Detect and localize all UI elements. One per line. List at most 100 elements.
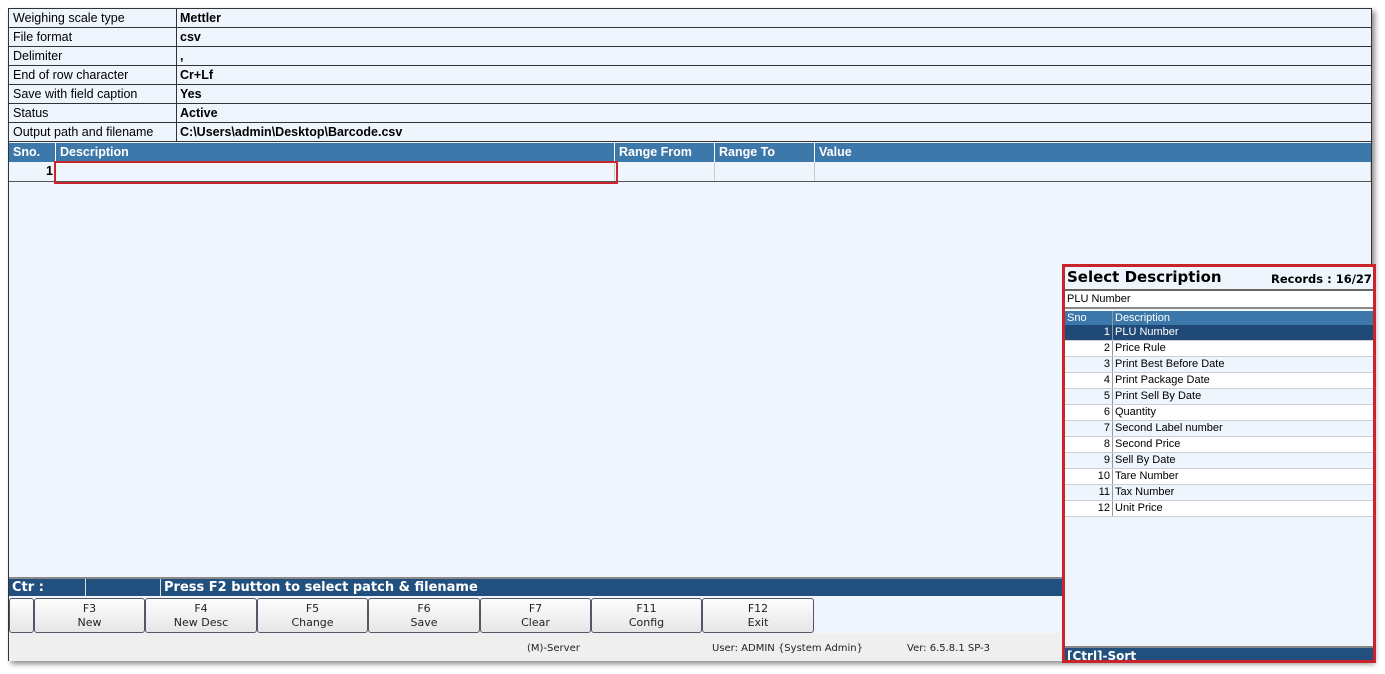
row-range-to[interactable] — [715, 162, 815, 181]
select-description-popup: Select Description Records : 16/27 PLU N… — [1062, 264, 1376, 663]
item-description: Unit Price — [1115, 502, 1163, 514]
list-item[interactable]: 8 Second Price — [1065, 437, 1373, 453]
item-description: Tax Number — [1115, 486, 1175, 498]
item-sno: 12 — [1065, 501, 1113, 516]
button-label: Config — [628, 616, 665, 629]
list-item[interactable]: 4 Print Package Date — [1065, 373, 1373, 389]
col-range-from[interactable]: Range From — [615, 143, 715, 162]
button-config[interactable]: F11 Config — [591, 598, 702, 633]
property-label: Status — [9, 104, 177, 122]
blank-button — [9, 598, 34, 633]
property-value[interactable]: Mettler — [177, 9, 221, 27]
property-row[interactable]: Delimiter, — [9, 47, 1371, 66]
version-info: Ver: 6.5.8.1 SP-3 — [907, 643, 990, 654]
counter-label: Ctr : SERV — [9, 579, 86, 612]
item-sno: 1 — [1065, 325, 1113, 340]
button-label: Save — [410, 616, 438, 629]
col-value[interactable]: Value — [815, 143, 1371, 162]
button-label: Exit — [747, 616, 769, 629]
property-label: Output path and filename — [9, 123, 177, 141]
list-item[interactable]: 7 Second Label number — [1065, 421, 1373, 437]
list-item[interactable]: 3 Print Best Before Date — [1065, 357, 1373, 373]
property-value[interactable]: C:\Users\admin\Desktop\Barcode.csv — [177, 123, 402, 141]
button-label: Clear — [521, 616, 550, 629]
col-range-to[interactable]: Range To — [715, 143, 815, 162]
key-label: F3 — [82, 602, 97, 615]
col-description[interactable]: Description — [1113, 311, 1170, 325]
key-label: F7 — [528, 602, 543, 615]
property-row[interactable]: Status Active — [9, 104, 1371, 123]
item-sno: 8 — [1065, 437, 1113, 452]
active-cell-highlight — [54, 161, 618, 184]
list-item[interactable]: 5 Print Sell By Date — [1065, 389, 1373, 405]
property-row[interactable]: Output path and filename C:\Users\admin\D… — [9, 123, 1371, 142]
server-mode: (M)-Server — [527, 643, 580, 654]
button-exit[interactable]: F12 Exit — [702, 598, 814, 633]
sort-hint: [Ctrl]-Sort — [1065, 646, 1373, 660]
item-description: Print Package Date — [1115, 374, 1210, 386]
item-description: Print Sell By Date — [1115, 390, 1202, 402]
function-key-bar: F3 New F4 New Desc F5 Change F6 Save F7 Clear F11 C… — [9, 598, 814, 633]
property-value[interactable]: Active — [177, 104, 218, 122]
button-new[interactable]: F3 New — [34, 598, 145, 633]
search-input[interactable]: PLU Number — [1065, 289, 1373, 309]
item-description: Price Rule — [1115, 342, 1166, 354]
item-sno: 4 — [1065, 373, 1113, 388]
button-clear[interactable]: F7 Clear — [480, 598, 591, 633]
item-sno: 11 — [1065, 485, 1113, 500]
col-sno[interactable]: Sno — [1065, 311, 1113, 325]
property-value[interactable]: Yes — [177, 85, 202, 103]
property-label: Save with field caption — [9, 85, 177, 103]
col-sno[interactable]: Sno. — [9, 143, 56, 162]
list-header: Sno Description — [1065, 311, 1373, 325]
item-description: Print Best Before Date — [1115, 358, 1225, 370]
item-description: Quantity — [1115, 406, 1156, 418]
grid-header: Sno. Description Range From Range To Val… — [9, 143, 1371, 162]
property-label: Delimiter — [9, 47, 177, 65]
property-value[interactable]: Cr+Lf — [177, 66, 213, 84]
property-row[interactable]: Weighing scale type Mettler — [9, 9, 1371, 28]
list-item[interactable]: 11 Tax Number — [1065, 485, 1373, 501]
item-sno: 5 — [1065, 389, 1113, 404]
button-label: New Desc — [173, 616, 229, 629]
key-label: F5 — [305, 602, 320, 615]
list-item[interactable]: 1 PLU Number — [1065, 325, 1373, 341]
row-sno: 1 — [9, 162, 56, 181]
records-count: Records : 16/27 — [1271, 272, 1372, 286]
button-change[interactable]: F5 Change — [257, 598, 368, 633]
item-sno: 6 — [1065, 405, 1113, 420]
list-item[interactable]: 10 Tare Number — [1065, 469, 1373, 485]
item-sno: 2 — [1065, 341, 1113, 356]
col-description[interactable]: Description — [56, 143, 615, 162]
user-info: User: ADMIN {System Admin} — [712, 643, 864, 654]
property-row[interactable]: End of row character Cr+Lf — [9, 66, 1371, 85]
item-description: Second Price — [1115, 438, 1181, 450]
item-sno: 3 — [1065, 357, 1113, 372]
list-item[interactable]: 12 Unit Price — [1065, 501, 1373, 517]
key-label: F12 — [747, 602, 769, 615]
item-description: Second Label number — [1115, 422, 1223, 434]
property-row[interactable]: File format csv — [9, 28, 1371, 47]
property-row[interactable]: Save with field caption Yes — [9, 85, 1371, 104]
item-description: Tare Number — [1115, 470, 1179, 482]
property-value[interactable]: csv — [177, 28, 201, 46]
status-spacer — [86, 579, 161, 596]
button-new-desc[interactable]: F4 New Desc — [145, 598, 257, 633]
key-label: F11 — [636, 602, 657, 615]
property-label: File format — [9, 28, 177, 46]
key-label: F6 — [417, 602, 431, 615]
button-label: Change — [291, 616, 334, 629]
item-sno: 10 — [1065, 469, 1113, 484]
list-item[interactable]: 2 Price Rule — [1065, 341, 1373, 357]
button-label: New — [77, 616, 102, 629]
row-value[interactable] — [815, 162, 1371, 181]
property-value[interactable]: , — [177, 47, 183, 65]
button-save[interactable]: F6 Save — [368, 598, 480, 633]
list-item[interactable]: 9 Sell By Date — [1065, 453, 1373, 469]
list-item[interactable]: 6 Quantity — [1065, 405, 1373, 421]
property-label: Weighing scale type — [9, 9, 177, 27]
key-label: F4 — [194, 602, 208, 615]
popup-title: Select Description — [1067, 268, 1222, 286]
property-label: End of row character — [9, 66, 177, 84]
row-range-from[interactable] — [615, 162, 715, 181]
